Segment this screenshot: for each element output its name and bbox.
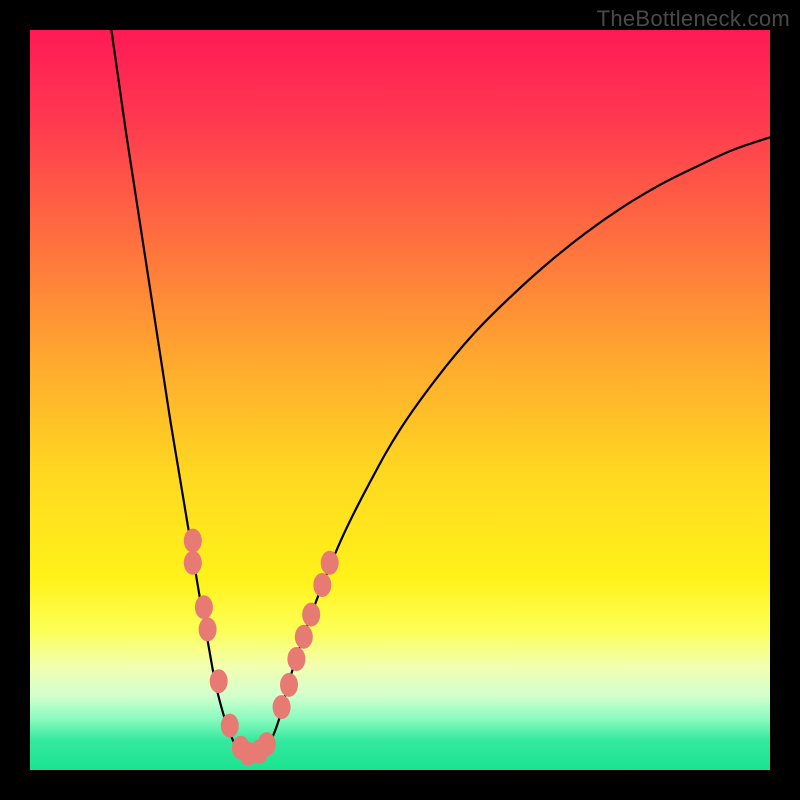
data-node: [199, 617, 217, 641]
data-nodes: [184, 529, 339, 766]
outer-frame: TheBottleneck.com: [0, 0, 800, 800]
data-node: [302, 603, 320, 627]
data-node: [313, 573, 331, 597]
curve-layer: [30, 30, 770, 770]
data-node: [273, 695, 291, 719]
data-node: [258, 732, 276, 756]
data-node: [184, 551, 202, 575]
data-node: [195, 595, 213, 619]
watermark-text: TheBottleneck.com: [597, 6, 790, 32]
data-node: [295, 625, 313, 649]
data-node: [321, 551, 339, 575]
data-node: [221, 714, 239, 738]
data-node: [287, 647, 305, 671]
bottleneck-curve: [111, 30, 770, 755]
data-node: [210, 669, 228, 693]
plot-area: [30, 30, 770, 770]
data-node: [280, 673, 298, 697]
data-node: [184, 529, 202, 553]
